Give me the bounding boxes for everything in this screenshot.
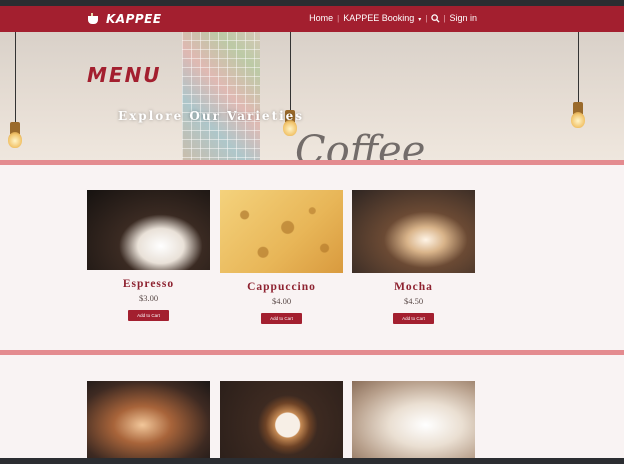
menu-row-1: Espresso $3.00 Add to Cart Cappuccino $4… <box>0 165 624 350</box>
add-to-cart-button[interactable]: Add to Cart <box>128 310 169 321</box>
menu-card <box>220 381 343 461</box>
navbar: KAPPEE Home | KAPPEE Booking ▾ | | Sign i… <box>0 6 624 32</box>
nav-separator: | <box>443 13 446 23</box>
item-price: $4.00 <box>271 296 292 306</box>
mocha-image <box>352 190 475 273</box>
window-bottom-frame <box>0 458 624 464</box>
lamp-cord <box>290 32 291 110</box>
cappuccino-image <box>220 190 343 273</box>
espresso-image <box>87 190 210 270</box>
item-price: $3.00 <box>138 293 159 303</box>
light-bulb-icon <box>8 132 22 148</box>
brand-logo[interactable]: KAPPEE <box>86 12 162 26</box>
light-bulb-icon <box>571 112 585 128</box>
coffee-cup-icon <box>86 13 102 25</box>
lamp-cord <box>15 32 16 122</box>
latte-art-image <box>220 381 343 461</box>
nav-separator: | <box>337 13 340 23</box>
menu-card: Mocha $4.50 Add to Cart <box>352 190 475 325</box>
add-to-cart-button[interactable]: Add to Cart <box>393 313 434 324</box>
nav-home-link[interactable]: Home <box>309 13 333 23</box>
add-to-cart-button[interactable]: Add to Cart <box>261 313 302 324</box>
nav-signin-link[interactable]: Sign in <box>449 13 477 23</box>
menu-card <box>87 381 210 461</box>
hero-banner: Coffee MENU Explore Our Varieties <box>0 32 624 160</box>
tile-wall-decoration <box>182 32 260 160</box>
item-name: Cappuccino <box>247 281 316 293</box>
menu-row-2 <box>0 355 624 461</box>
page-title: MENU <box>87 63 162 87</box>
nav-booking-label: KAPPEE Booking <box>343 13 415 23</box>
nav-links: Home | KAPPEE Booking ▾ | | Sign in <box>309 13 477 23</box>
coffee-cups-image <box>352 381 475 461</box>
menu-card <box>352 381 475 461</box>
nav-separator: | <box>425 13 428 23</box>
brand-name: KAPPEE <box>106 12 162 26</box>
item-name: Espresso <box>122 278 175 290</box>
lamp-cord <box>578 32 579 102</box>
page-subtitle: Explore Our Varieties <box>118 109 305 123</box>
iced-drink-image <box>87 381 210 461</box>
search-icon[interactable] <box>431 14 440 23</box>
chevron-down-icon: ▾ <box>418 17 422 23</box>
wall-script-decoration: Coffee <box>295 128 426 160</box>
nav-booking-link[interactable]: KAPPEE Booking ▾ <box>343 13 421 23</box>
item-price: $4.50 <box>403 296 424 306</box>
item-name: Mocha <box>394 281 433 293</box>
menu-card: Espresso $3.00 Add to Cart <box>87 190 210 322</box>
menu-card: Cappuccino $4.00 Add to Cart <box>220 190 343 325</box>
